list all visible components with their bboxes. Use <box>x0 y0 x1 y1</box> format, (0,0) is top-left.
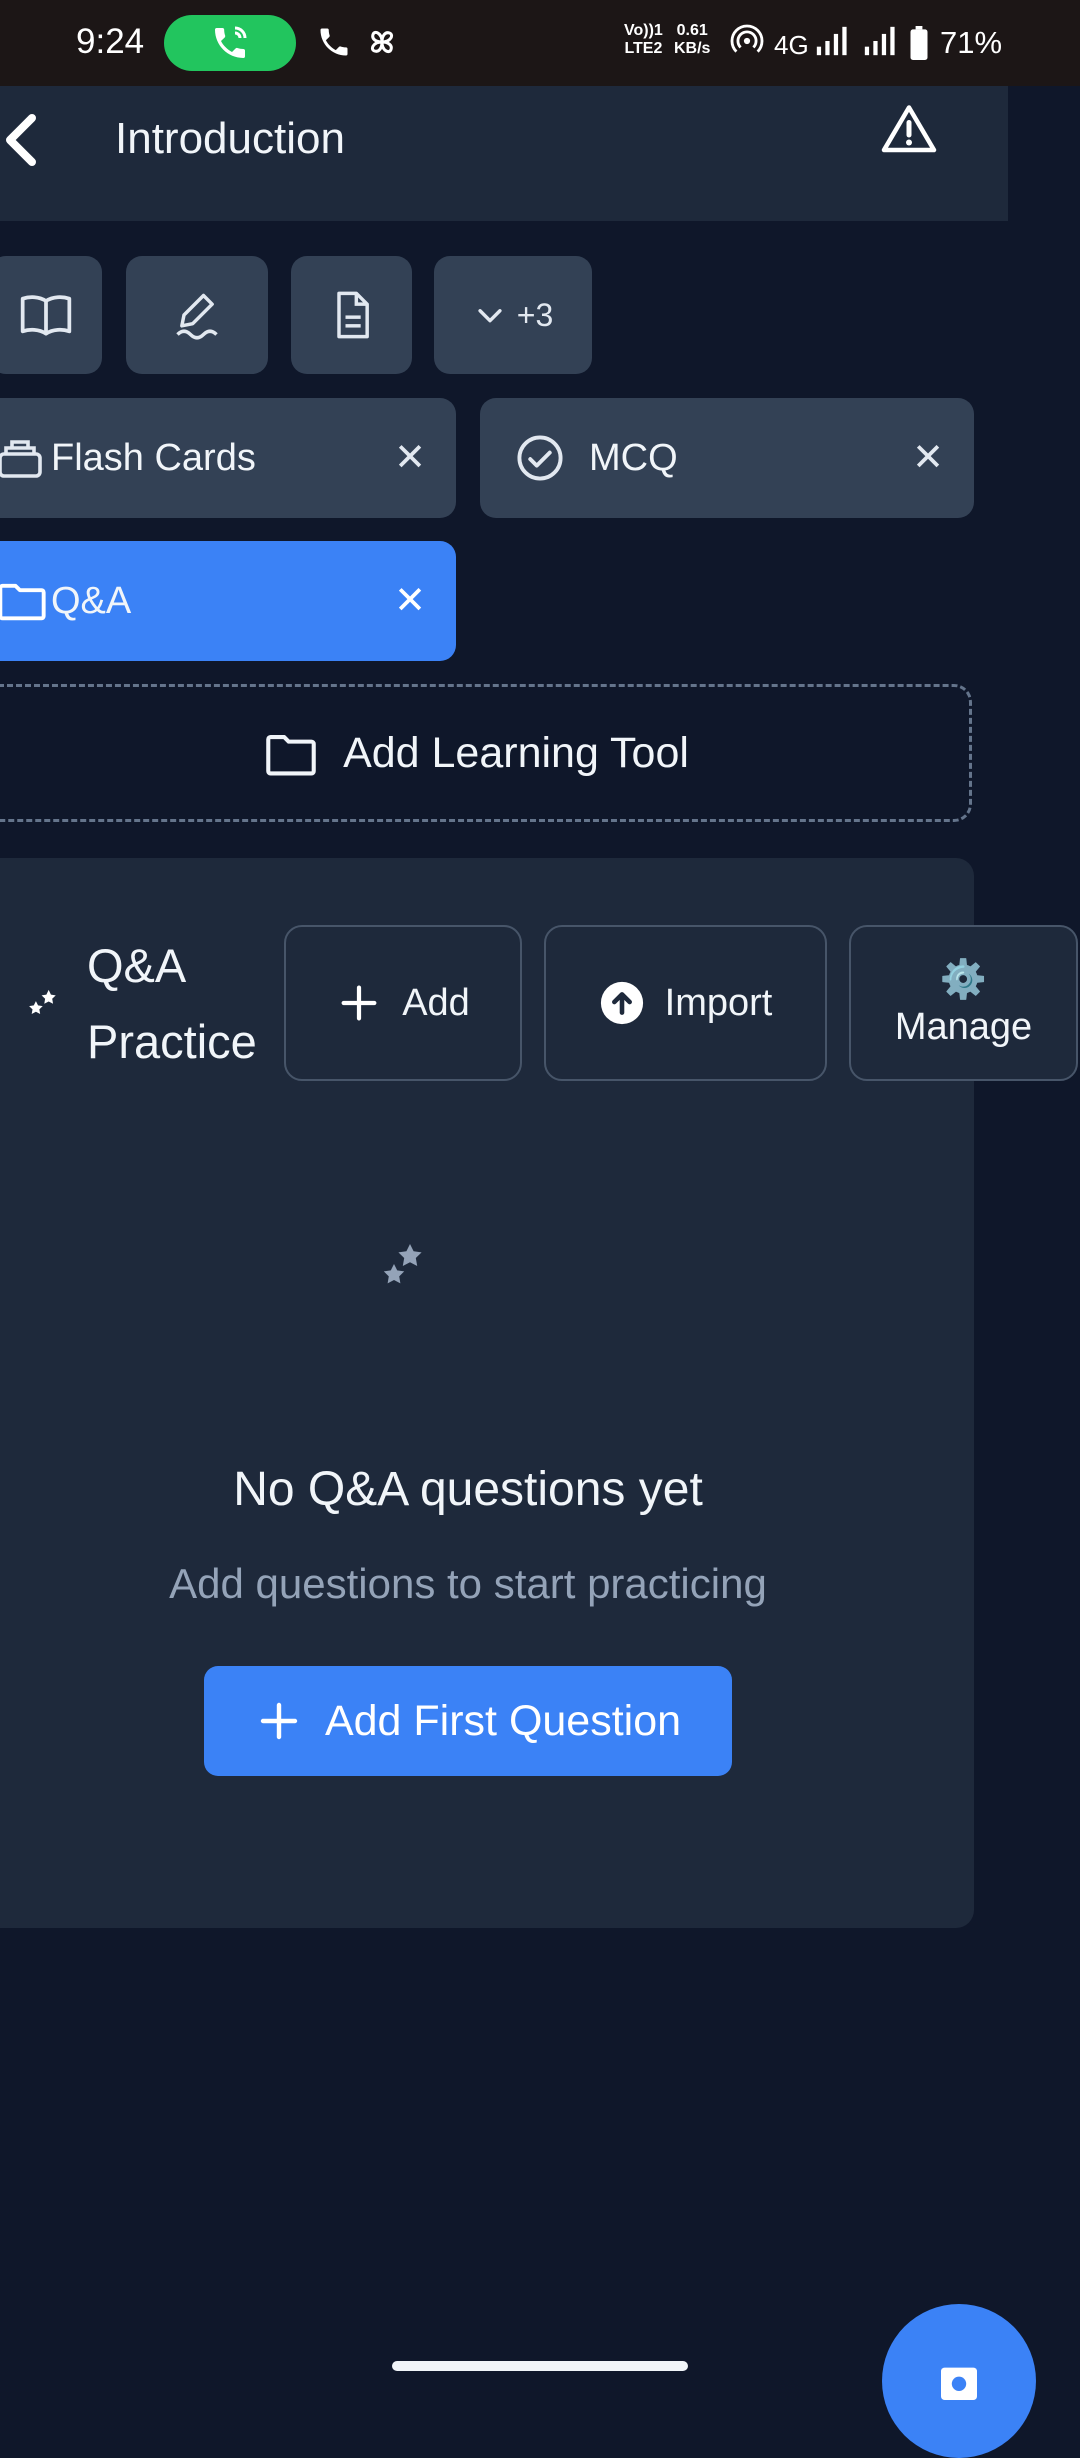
volte-indicator: Vo))1 LTE2 <box>624 22 663 57</box>
add-button[interactable]: Add <box>284 925 522 1081</box>
signal-icon <box>816 26 847 56</box>
status-time: 9:24 <box>76 22 145 61</box>
gear-icon: ⚙️ <box>939 958 988 1001</box>
chip-flash-cards[interactable]: Flash Cards ✕ <box>0 398 456 518</box>
folder-icon <box>266 735 316 776</box>
plus-icon <box>341 985 377 1021</box>
open-book-icon <box>20 295 72 336</box>
network-speed: 0.61 KB/s <box>674 22 711 57</box>
status-bar: 9:24 Vo))1 LTE2 0.61 KB/s 4G 71% <box>0 0 1080 86</box>
signal-icon-2 <box>864 26 895 56</box>
hotspot-icon <box>730 24 764 53</box>
stop-square-icon <box>941 2367 977 2400</box>
plus-icon <box>260 1702 298 1740</box>
phone-wave-icon <box>215 26 247 58</box>
signature-pen-icon <box>176 293 218 340</box>
battery-percent: 71% <box>940 25 1003 60</box>
close-icon[interactable]: ✕ <box>912 438 944 478</box>
floating-action-button[interactable] <box>882 2304 1036 2458</box>
empty-state-stars-icon <box>383 1244 422 1284</box>
chip-label: Flash Cards <box>51 436 256 479</box>
more-tools-count: +3 <box>516 296 554 333</box>
import-button-label: Import <box>664 981 773 1024</box>
page-title: Introduction <box>115 114 345 163</box>
chip-label: Q&A <box>51 579 132 622</box>
empty-state-subtitle: Add questions to start practicing <box>169 1560 767 1607</box>
more-tools-button[interactable]: +3 <box>434 256 592 374</box>
warning-icon[interactable] <box>877 100 941 160</box>
notes-tool-button[interactable] <box>126 256 268 374</box>
import-button[interactable]: Import <box>544 925 827 1081</box>
folder-icon <box>0 583 46 621</box>
check-circle-icon <box>517 435 563 481</box>
sparkle-stars-icon <box>29 989 56 1015</box>
chip-mcq[interactable]: MCQ ✕ <box>480 398 974 518</box>
ongoing-call-chip[interactable] <box>164 15 296 71</box>
qa-practice-title: Q&A Practice <box>87 939 257 1068</box>
home-indicator[interactable] <box>392 2361 688 2371</box>
network-type: 4G <box>774 30 809 60</box>
empty-state-title: No Q&A questions yet <box>233 1463 703 1516</box>
add-first-question-button[interactable]: Add First Question <box>204 1666 732 1776</box>
battery-icon <box>910 26 928 60</box>
upload-circle-icon <box>600 981 643 1025</box>
phone-icon <box>320 28 348 56</box>
document-icon <box>336 291 369 339</box>
back-arrow-icon[interactable] <box>0 110 40 170</box>
flash-cards-icon <box>0 440 42 478</box>
chip-qa[interactable]: Q&A ✕ <box>0 541 456 661</box>
chip-label: MCQ <box>589 436 678 479</box>
document-tool-button[interactable] <box>291 256 412 374</box>
close-icon[interactable]: ✕ <box>394 581 426 621</box>
add-learning-tool-button[interactable]: Add Learning Tool <box>0 684 972 822</box>
top-app-bar: Introduction <box>0 86 1008 221</box>
manage-button-label: Manage <box>894 1005 1033 1048</box>
close-icon[interactable]: ✕ <box>394 438 426 478</box>
add-button-label: Add <box>402 981 470 1024</box>
book-tool-button[interactable] <box>0 256 102 374</box>
pinwheel-icon <box>371 31 393 53</box>
chevron-down-icon <box>478 309 502 323</box>
add-learning-tool-label: Add Learning Tool <box>343 728 689 777</box>
manage-button[interactable]: ⚙️ Manage <box>849 925 1078 1081</box>
add-first-question-label: Add First Question <box>324 1696 682 1745</box>
